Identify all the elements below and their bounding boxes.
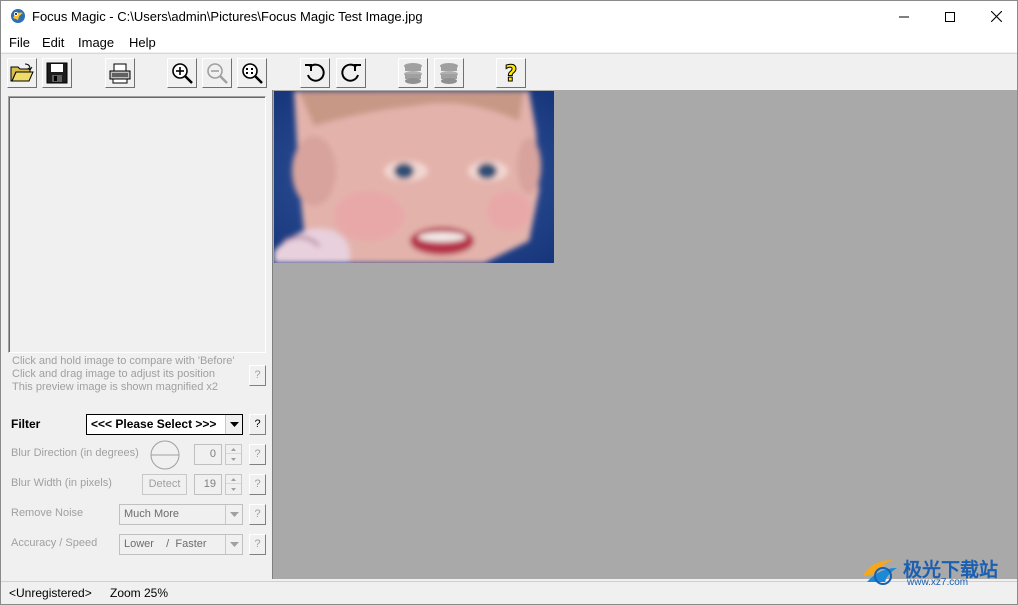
close-icon (990, 11, 1002, 22)
save-button[interactable] (42, 58, 72, 88)
accuracy-speed-value: Lower / Faster (124, 538, 207, 550)
zoom-in-icon (172, 63, 193, 84)
filter-select-value: <<< Please Select >>> (91, 417, 217, 431)
open-button[interactable] (7, 58, 37, 88)
menu-help[interactable]: Help (129, 35, 156, 50)
blur-width-label: Blur Width (in pixels) (11, 477, 112, 489)
stepper-down-icon[interactable] (226, 485, 241, 494)
filter-stack-icon (404, 63, 422, 84)
print-icon (109, 63, 131, 84)
blur-direction-input[interactable]: 0 (194, 444, 222, 465)
menu-file[interactable]: File (9, 35, 30, 50)
print-button[interactable] (105, 58, 135, 88)
toolbar: ? (1, 53, 1017, 90)
preview-image-area[interactable] (8, 96, 266, 353)
accuracy-speed-label: Accuracy / Speed (11, 537, 98, 549)
zoom-fit-icon (242, 63, 263, 84)
chevron-down-icon (225, 415, 242, 434)
minimize-button[interactable] (881, 1, 927, 32)
rotate-right-icon (341, 63, 361, 82)
close-button[interactable] (973, 1, 1018, 32)
baby-photo[interactable] (274, 91, 554, 263)
filter-stack-button[interactable] (398, 58, 428, 88)
chevron-down-icon (225, 535, 242, 554)
help-button[interactable]: ? (496, 58, 526, 88)
menu-bar: File Edit Image Help (1, 32, 1017, 52)
window-title: Focus Magic - C:\Users\admin\Pictures\Fo… (32, 9, 423, 24)
open-folder-icon (10, 63, 34, 82)
zoom-in-button[interactable] (167, 58, 197, 88)
accuracy-speed-help-button[interactable]: ? (249, 534, 266, 555)
filter-select[interactable]: <<< Please Select >>> (86, 414, 243, 435)
watermark-url: www.xz7.com (907, 577, 969, 588)
remove-noise-label: Remove Noise (11, 507, 84, 519)
rotate-right-button[interactable] (336, 58, 366, 88)
remove-noise-value: Much More (124, 508, 180, 520)
app-window: Focus Magic - C:\Users\admin\Pictures\Fo… (0, 0, 1018, 605)
blur-width-stepper[interactable] (225, 474, 242, 495)
preview-help-button[interactable]: ? (249, 365, 266, 386)
blur-width-help-button[interactable]: ? (249, 474, 266, 495)
rotate-left-button[interactable] (300, 58, 330, 88)
rotate-left-icon (305, 63, 325, 82)
menu-edit[interactable]: Edit (42, 35, 64, 50)
accuracy-speed-select[interactable]: Lower / Faster (119, 534, 243, 555)
image-canvas[interactable] (272, 90, 1017, 579)
zoom-out-icon (207, 63, 228, 84)
app-logo-icon (11, 9, 25, 23)
filter-help-button[interactable]: ? (249, 414, 266, 435)
preview-hint-compare: Click and hold image to compare with 'Be… (12, 355, 235, 367)
help-icon: ? (504, 62, 518, 86)
preview-hint-drag: Click and drag image to adjust its posit… (12, 368, 215, 380)
stepper-down-icon[interactable] (226, 455, 241, 464)
filter-label: Filter (11, 417, 41, 431)
zoom-fit-button[interactable] (237, 58, 267, 88)
blur-direction-dial-icon[interactable] (150, 440, 180, 470)
remove-noise-select[interactable]: Much More (119, 504, 243, 525)
zoom-status: Zoom 25% (110, 586, 169, 600)
menu-image[interactable]: Image (78, 35, 114, 50)
filter-stack-all-icon (440, 63, 458, 84)
save-disk-icon (46, 62, 68, 84)
remove-noise-help-button[interactable]: ? (249, 504, 266, 525)
filter-stack-all-button[interactable] (434, 58, 464, 88)
maximize-icon (945, 11, 955, 22)
maximize-button[interactable] (927, 1, 973, 32)
blur-width-input[interactable]: 19 (194, 474, 222, 495)
blur-direction-help-button[interactable]: ? (249, 444, 266, 465)
site-watermark: 极光下载站 www.xz7.com (859, 552, 1011, 588)
chevron-down-icon (225, 505, 242, 524)
stepper-up-icon[interactable] (226, 445, 241, 454)
stepper-up-icon[interactable] (226, 475, 241, 484)
minimize-icon (899, 16, 909, 17)
detect-button[interactable]: Detect (142, 474, 187, 495)
blur-direction-stepper[interactable] (225, 444, 242, 465)
control-panel: Click and hold image to compare with 'Be… (1, 90, 271, 579)
svg-text:?: ? (505, 62, 518, 85)
blur-direction-label: Blur Direction (in degrees) (11, 447, 139, 459)
watermark-logo-icon (863, 560, 897, 585)
preview-hint-magnified: This preview image is shown magnified x2 (12, 381, 219, 393)
title-bar[interactable]: Focus Magic - C:\Users\admin\Pictures\Fo… (1, 1, 1017, 32)
registration-status: <Unregistered> (9, 586, 92, 600)
zoom-out-button[interactable] (202, 58, 232, 88)
